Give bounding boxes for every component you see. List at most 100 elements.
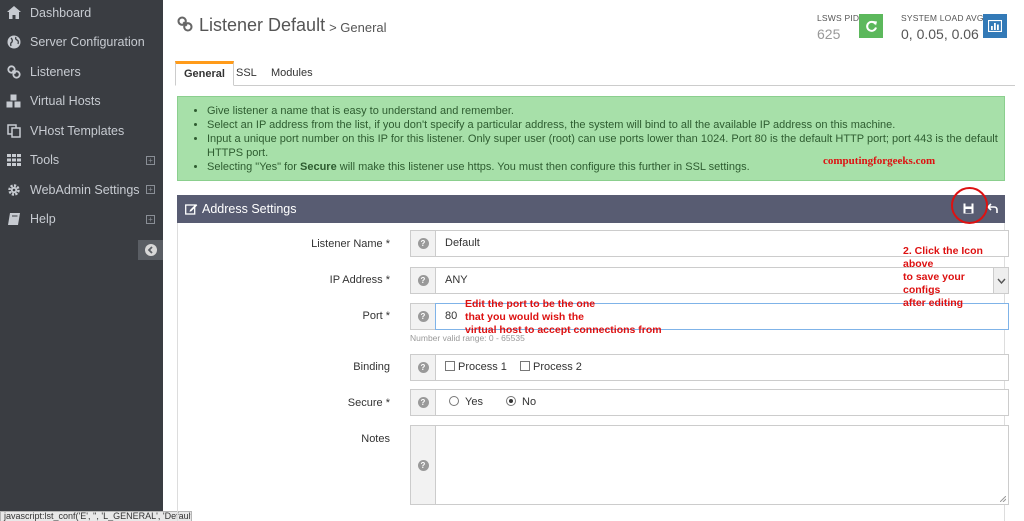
checkbox-icon[interactable] [519, 361, 530, 371]
tab-modules[interactable]: Modules [263, 61, 321, 86]
radio-selected-icon[interactable] [506, 396, 517, 406]
annotation-line: after editing [903, 297, 964, 309]
checkbox-icon[interactable] [445, 361, 455, 371]
help-info-box: Give listener a name that is easy to und… [177, 96, 1005, 181]
secure-no-option[interactable]: No [506, 396, 536, 408]
pid-label: LSWS PID [817, 13, 860, 23]
edit-icon [185, 203, 198, 215]
binding-process-1[interactable]: Process 1 [445, 361, 507, 373]
help-icon: ? [417, 238, 429, 249]
sidebar-item-help[interactable]: Help + [0, 205, 163, 235]
globe-icon [6, 34, 22, 50]
help-icon: ? [417, 275, 429, 286]
grid-icon [6, 152, 22, 168]
info-bullet: Give listener a name that is easy to und… [207, 104, 1004, 118]
binding-field: Process 1 Process 2 [435, 354, 1009, 381]
load-label: SYSTEM LOAD AVG [901, 13, 984, 23]
sidebar-item-label: Help [30, 212, 56, 227]
help-icon: ? [417, 362, 429, 373]
main-content: Listener Default > General LSWS PID 625 … [163, 0, 1024, 521]
page-subtitle: > General [329, 19, 387, 35]
annotation-line: Edit the port to be the one [465, 298, 596, 310]
notes-textarea[interactable] [435, 425, 1009, 505]
binding-process-2[interactable]: Process 2 [519, 361, 582, 373]
link-icon [6, 64, 22, 80]
home-icon [6, 5, 22, 21]
sidebar-item-webadmin-settings[interactable]: WebAdmin Settings + [0, 175, 163, 205]
undo-icon[interactable] [987, 203, 998, 214]
expand-icon[interactable]: + [146, 155, 155, 165]
port-label: Port * [362, 310, 390, 322]
bar-chart-icon [988, 20, 1002, 32]
tab-bar: General SSL Modules [175, 61, 1015, 86]
radio-icon[interactable] [449, 396, 459, 406]
port-help[interactable]: ? [410, 303, 435, 330]
page-title-text: Listener Default [199, 15, 326, 35]
annotation-save: 2. Click the Icon above to save your con… [903, 245, 1004, 310]
secure-label: Secure * [347, 397, 390, 409]
sidebar-item-label: WebAdmin Settings [30, 182, 140, 197]
resize-handle-icon[interactable] [1000, 496, 1006, 502]
help-icon: ? [417, 311, 429, 322]
tab-ssl[interactable]: SSL [228, 61, 265, 86]
sidebar-item-label: Tools [30, 153, 60, 168]
tab-general[interactable]: General [175, 61, 234, 86]
annotation-line: virtual host to accept connections from [465, 324, 662, 336]
cubes-icon [6, 93, 22, 109]
panel-title: Address Settings [202, 202, 297, 216]
book-icon [6, 211, 22, 227]
checkbox-label: Process 1 [458, 361, 507, 373]
secure-field: Yes No [435, 389, 1009, 416]
checkbox-label: Process 2 [532, 361, 582, 373]
info-bullet: Select an IP address from the list, if y… [207, 118, 1004, 132]
load-stat: SYSTEM LOAD AVG 0, 0.05, 0.06 [901, 13, 984, 42]
sidebar-item-label: Server Configuration [30, 35, 145, 50]
annotation-line: that you would wish the [465, 311, 584, 323]
sidebar-item-tools[interactable]: Tools + [0, 146, 163, 176]
info-text: will make this listener use https. You m… [336, 161, 750, 173]
secure-help[interactable]: ? [410, 389, 435, 416]
notes-label: Notes [361, 433, 390, 445]
expand-icon[interactable]: + [146, 214, 155, 224]
restart-button[interactable] [859, 14, 883, 38]
sidebar-item-label: Listeners [30, 64, 81, 79]
sidebar-item-server-configuration[interactable]: Server Configuration [0, 28, 163, 58]
sidebar-item-vhost-templates[interactable]: VHost Templates [0, 116, 163, 146]
sidebar-item-dashboard[interactable]: Dashboard [0, 0, 163, 28]
sidebar-collapse-button[interactable] [138, 240, 163, 260]
address-settings-header: Address Settings [177, 195, 1005, 223]
sidebar-item-virtual-hosts[interactable]: Virtual Hosts [0, 87, 163, 117]
link-icon [177, 16, 193, 35]
sidebar-item-label: VHost Templates [30, 123, 125, 138]
annotation-port: Edit the port to be the one that you wou… [465, 298, 662, 337]
notes-help[interactable]: ? [410, 425, 435, 505]
sidebar-item-listeners[interactable]: Listeners [0, 57, 163, 87]
info-text: Selecting "Yes" for [207, 161, 301, 173]
binding-label: Binding [353, 361, 390, 373]
pid-value: 625 [817, 26, 841, 42]
secure-yes-option[interactable]: Yes [449, 396, 483, 408]
help-icon: ? [417, 397, 429, 408]
sidebar: Dashboard Server Configuration Listeners… [0, 0, 163, 521]
ip-address-selected: ANY [445, 274, 468, 286]
binding-help[interactable]: ? [410, 354, 435, 381]
listener-name-help[interactable]: ? [410, 230, 435, 257]
annotation-line: 2. Click the Icon above [903, 245, 983, 270]
copy-icon [6, 123, 22, 139]
refresh-icon [865, 20, 877, 32]
help-icon: ? [417, 459, 429, 471]
load-chart-button[interactable] [983, 14, 1007, 38]
arrow-left-circle-icon [144, 244, 157, 256]
pid-stat: LSWS PID 625 [817, 13, 859, 42]
radio-label: Yes [465, 396, 483, 408]
ip-address-help[interactable]: ? [410, 267, 435, 294]
gear-icon [6, 182, 22, 198]
address-settings-form: Listener Name * ? Default IP Address * ?… [177, 223, 1009, 521]
load-value: 0, 0.05, 0.06 [901, 26, 979, 42]
sidebar-item-label: Dashboard [30, 5, 92, 20]
watermark: computingforgeeks.com [823, 155, 936, 167]
annotation-save-circle [951, 187, 988, 224]
radio-label: No [522, 396, 537, 408]
expand-icon[interactable]: + [146, 185, 155, 195]
annotation-line: to save your configs [903, 271, 965, 296]
